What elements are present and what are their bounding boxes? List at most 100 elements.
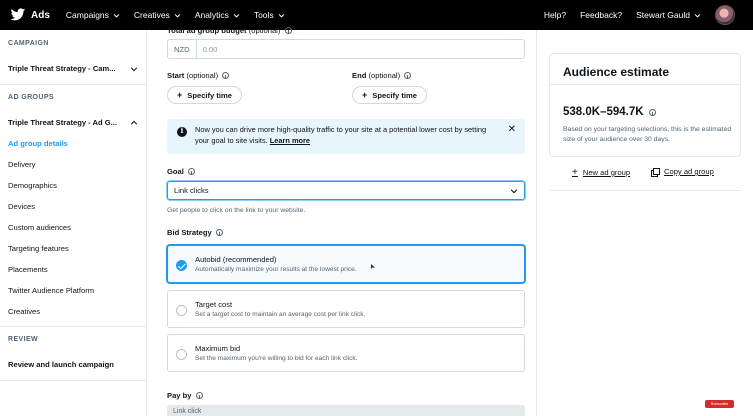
chevron-down-icon [510,188,518,193]
audience-estimate-range: 538.0K–594.7K [563,106,656,118]
budget-optional-text: (optional) [248,26,281,35]
start-optional-text: (optional) [186,71,219,80]
sidebar-campaign-item[interactable]: Triple Threat Strategy - Cam... [0,64,146,73]
start-specify-time-button[interactable]: + Specify time [167,86,243,104]
account-name: Stewart Gauld [636,10,690,20]
goal-label-text: Goal [167,167,184,176]
nav-creatives-label: Creatives [133,10,170,20]
end-label: End (optional) [352,71,412,80]
end-specify-time-button[interactable]: + Specify time [352,86,428,104]
audience-estimate-card: Audience estimate 538.0K–594.7K Based on… [549,53,741,157]
sidebar-ad-group-item[interactable]: Triple Threat Strategy - Ad G... [0,118,146,127]
chevron-up-icon[interactable] [130,119,138,127]
sidebar-item-review-launch[interactable]: Review and launch campaign [8,360,114,369]
goal-select[interactable]: Link clicks [167,181,525,200]
pay-by-label-text: Pay by [167,391,192,400]
nav-tools-label: Tools [253,10,274,20]
chevron-down-icon [278,13,284,18]
ad-group-name: Triple Threat Strategy - Ad G... [8,118,118,127]
chevron-down-icon [113,13,120,18]
info-icon[interactable] [215,229,223,236]
currency-label: NZD [168,40,197,58]
feedback-link[interactable]: Feedback? [580,10,622,20]
bid-strategy-label: Bid Strategy [167,228,223,237]
plus-icon: + [177,90,183,100]
bid-option-maximum-bid[interactable]: Maximum bid Set the maximum you're willi… [167,334,525,372]
twitter-ads-logo[interactable]: Ads [10,8,50,22]
bid-option-autobid[interactable]: Autobid (recommended) Automatically maxi… [167,245,525,283]
goal-selected-value: Link clicks [174,186,209,195]
bid-option-desc: Set the maximum you're willing to bid fo… [195,355,358,362]
sidebar-item-placements[interactable]: Placements [8,265,48,274]
plus-icon: + [362,90,368,100]
account-menu[interactable]: Stewart Gauld [636,10,701,20]
divider [0,380,146,381]
close-icon[interactable]: ✕ [508,124,516,135]
info-icon[interactable] [648,109,656,116]
end-optional-text: (optional) [368,71,401,80]
nav-tools[interactable]: Tools [254,10,285,20]
info-icon[interactable] [284,27,292,34]
sidebar-item-demographics[interactable]: Demographics [8,181,57,190]
info-banner: Now you can drive more high-quality traf… [167,119,525,154]
copy-ad-group-label: Copy ad group [664,167,714,176]
chevron-down-icon [694,13,701,18]
pay-by-select[interactable]: Link click [167,405,525,416]
sidebar-item-delivery[interactable]: Delivery [8,160,35,169]
info-icon[interactable] [195,392,203,399]
divider [550,84,740,85]
ad-groups-heading: AD GROUPS [8,94,54,101]
banner-message: Now you can drive more high-quality traf… [195,125,487,145]
nav-analytics-label: Analytics [194,10,229,20]
help-link[interactable]: Help? [544,10,566,20]
top-navigation-bar: Ads Campaigns Creatives Analytics Tools … [0,0,753,30]
chevron-down-icon [233,13,240,18]
audience-estimate-title: Audience estimate [563,65,670,79]
nav-campaigns[interactable]: Campaigns [66,10,120,20]
bid-option-target-cost[interactable]: Target cost Set a target cost to maintai… [167,290,525,328]
check-icon[interactable] [176,260,187,271]
campaign-heading: CAMPAIGN [8,40,49,47]
info-icon[interactable] [188,168,196,175]
sidebar: CAMPAIGN Triple Threat Strategy - Cam...… [0,30,147,416]
subscribe-badge[interactable]: Subscribe [705,400,734,408]
learn-more-link[interactable]: Learn more [270,136,310,145]
goal-help-text: Get people to click on the link to your … [167,207,306,214]
nav-campaigns-label: Campaigns [65,10,109,20]
bid-option-title: Target cost [195,300,233,309]
info-icon[interactable] [404,72,412,79]
audience-range-value: 538.0K–594.7K [563,106,644,118]
bid-strategy-label-text: Bid Strategy [167,228,212,237]
bid-option-title: Autobid (recommended) [195,255,277,264]
ads-label: Ads [31,9,50,21]
copy-icon [651,167,660,177]
review-heading: REVIEW [8,336,39,343]
pay-by-label: Pay by [167,391,203,400]
divider [0,84,146,85]
divider [0,326,146,327]
avatar[interactable] [715,5,735,25]
divider [549,190,741,191]
twitter-bird-icon [10,8,26,21]
nav-analytics[interactable]: Analytics [195,10,240,20]
end-specify-time-label: Specify time [372,90,418,100]
copy-ad-group-button[interactable]: Copy ad group [651,167,714,177]
sidebar-item-custom-audiences[interactable]: Custom audiences [8,223,71,232]
new-ad-group-button[interactable]: + New ad group [572,167,630,178]
plus-icon: + [572,167,578,178]
info-icon[interactable] [222,72,230,79]
sidebar-item-twitter-audience-platform[interactable]: Twitter Audience Platform [8,286,94,295]
sidebar-item-devices[interactable]: Devices [8,202,35,211]
chevron-down-icon[interactable] [130,65,138,73]
radio-button[interactable] [176,305,187,316]
radio-button[interactable] [176,349,187,360]
sidebar-item-targeting-features[interactable]: Targeting features [8,244,69,253]
sidebar-item-ad-group-details[interactable]: Ad group details [8,139,68,148]
sidebar-item-creatives[interactable]: Creatives [8,307,40,316]
nav-creatives[interactable]: Creatives [134,10,181,20]
budget-label-text: Total ad group budget [167,26,247,35]
campaign-name: Triple Threat Strategy - Cam... [8,64,116,73]
budget-placeholder: 0.00 [202,44,218,54]
mouse-cursor-icon [371,264,375,269]
budget-input[interactable]: NZD 0.00 [167,39,525,59]
